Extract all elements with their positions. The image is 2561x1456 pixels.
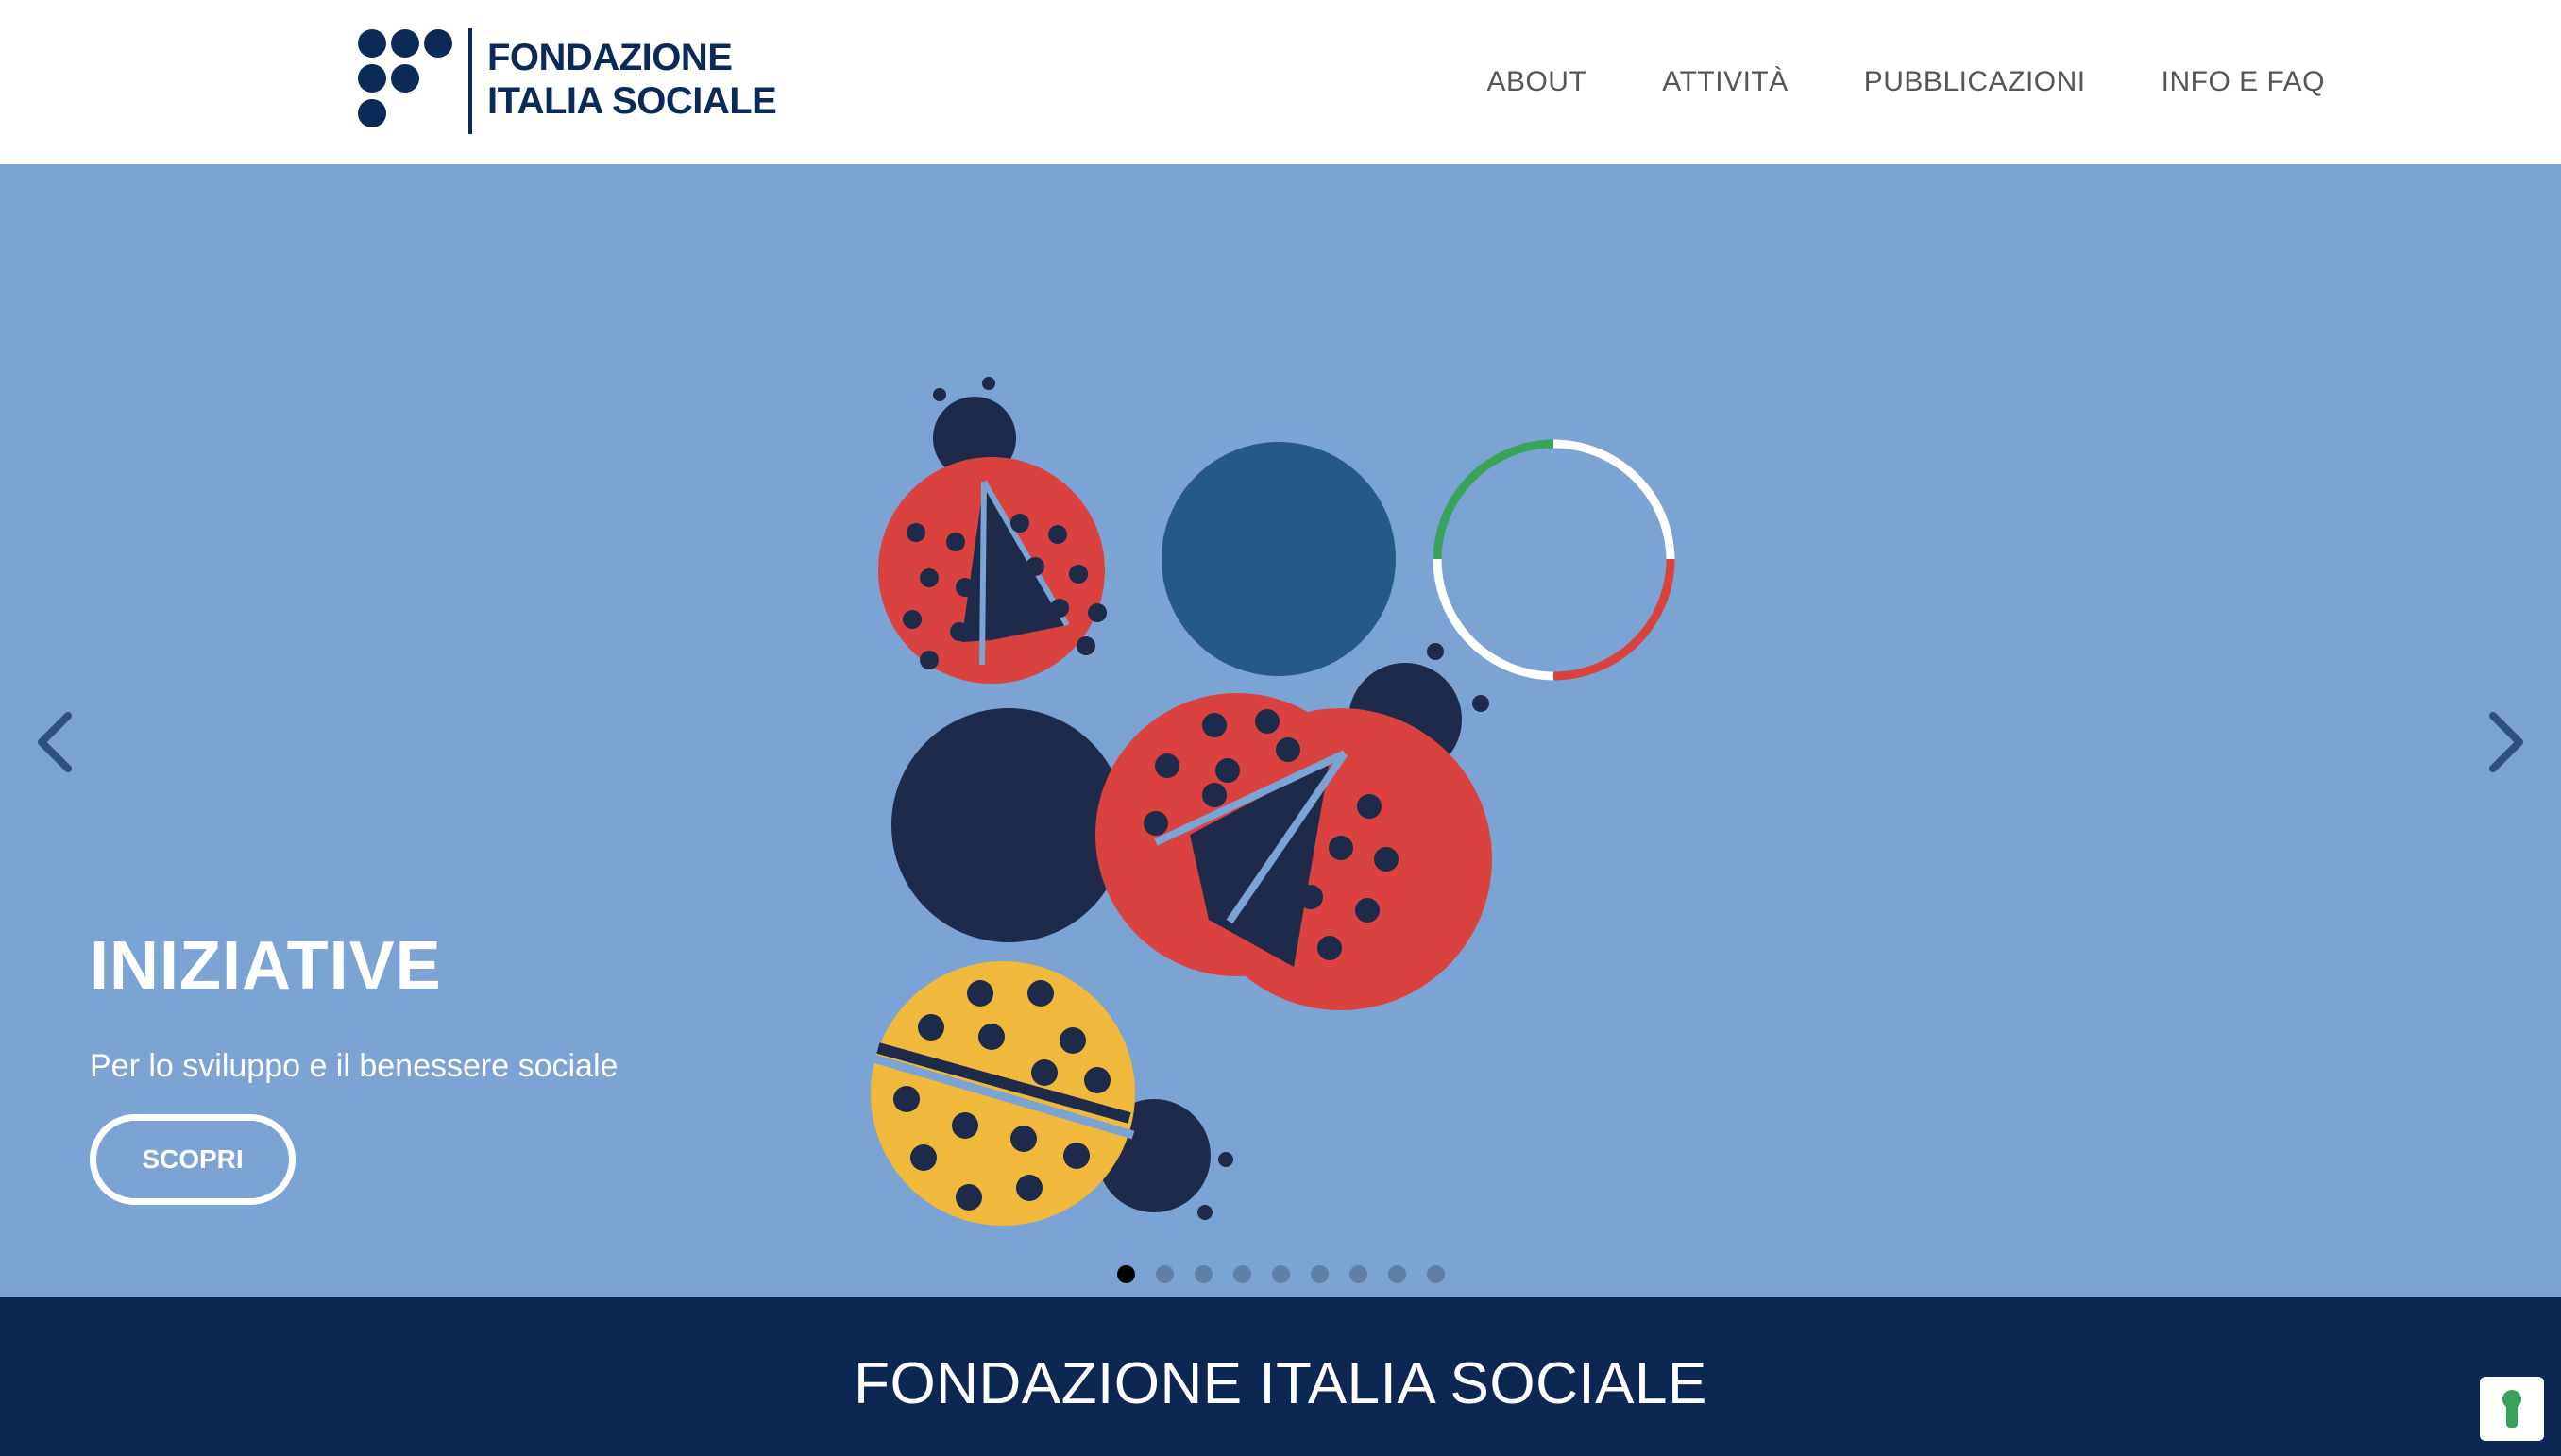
nav-item-attivita[interactable]: ATTIVITÀ	[1662, 66, 1788, 98]
slider-pagination	[0, 1260, 2561, 1288]
slider-next-button[interactable]	[2474, 693, 2540, 787]
site-logo[interactable]: FONDAZIONE ITALIA SOCIALE	[357, 28, 782, 134]
nav-item-pubblicazioni[interactable]: PUBBLICAZIONI	[1864, 66, 2086, 98]
chevron-right-icon	[2489, 712, 2523, 772]
section-title: FONDAZIONE ITALIA SOCIALE	[854, 1351, 1707, 1416]
slider-prev-button[interactable]	[21, 693, 87, 787]
slider-dot-3[interactable]	[1194, 1264, 1213, 1283]
italian-ring	[1433, 439, 1675, 681]
ladybugs-illustration	[869, 377, 1675, 1226]
slider-dot-4[interactable]	[1232, 1264, 1251, 1283]
hero-subtitle: Per lo sviluppo e il benessere sociale	[90, 1048, 619, 1084]
slider-dot-2[interactable]	[1155, 1264, 1174, 1283]
main-nav: ABOUT ATTIVITÀ PUBBLICAZIONI INFO E FAQ	[1411, 0, 2325, 164]
logo-text: FONDAZIONE ITALIA SOCIALE	[487, 36, 789, 123]
scopri-button[interactable]: SCOPRI	[90, 1114, 296, 1205]
hero-title: INIZIATIVE	[90, 928, 442, 1004]
chevron-left-icon	[38, 712, 72, 772]
nav-item-about[interactable]: ABOUT	[1486, 66, 1586, 98]
section-band: FONDAZIONE ITALIA SOCIALE	[0, 1297, 2561, 1456]
teal-circle	[1162, 442, 1396, 676]
logo-dots-icon	[358, 29, 452, 127]
ladybug-yellow	[869, 961, 1233, 1226]
slider-dot-1[interactable]	[1116, 1264, 1135, 1283]
slider-dot-7[interactable]	[1348, 1264, 1367, 1283]
dark-circle	[891, 708, 1126, 942]
site-header: FONDAZIONE ITALIA SOCIALE ABOUT ATTIVITÀ…	[0, 0, 2561, 164]
nav-item-info-faq[interactable]: INFO E FAQ	[2162, 66, 2325, 98]
slider-dot-6[interactable]	[1310, 1264, 1329, 1283]
hero-slider: INIZIATIVE Per lo sviluppo e il benesser…	[0, 164, 2561, 1297]
logo-line-1: FONDAZIONE	[487, 37, 733, 78]
logo-line-2: ITALIA SOCIALE	[487, 80, 777, 122]
keyhole-icon	[2502, 1390, 2521, 1428]
cookie-settings-button[interactable]	[2480, 1377, 2544, 1441]
logo-divider	[468, 28, 472, 134]
slider-dot-8[interactable]	[1387, 1264, 1406, 1283]
ladybug-red-large	[1095, 643, 1492, 1010]
slider-dot-9[interactable]	[1426, 1264, 1445, 1283]
ladybug-red-small	[878, 377, 1107, 684]
slider-dot-5[interactable]	[1271, 1264, 1290, 1283]
